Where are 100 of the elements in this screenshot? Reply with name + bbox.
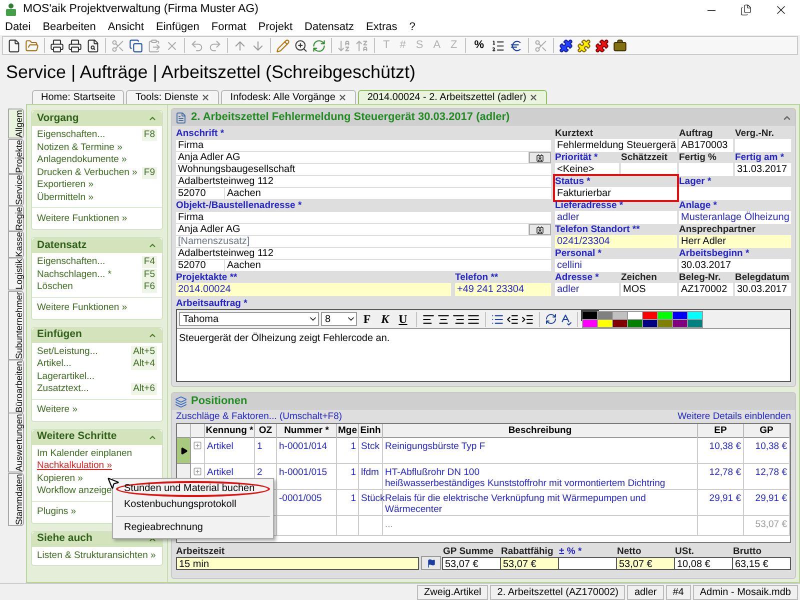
align-justify-icon[interactable] [467,312,480,326]
text-field[interactable]: Herr Adler [679,235,791,248]
text-field[interactable]: 15 min [176,557,419,570]
menu-item[interactable]: Stunden und Material buchen [116,481,270,497]
expand-icon[interactable] [193,441,202,450]
new-document-icon[interactable] [7,38,21,52]
euro-icon[interactable] [509,38,524,52]
text-field[interactable]: 52070 [176,260,224,271]
puzzle-icon[interactable] [559,38,574,52]
copy-icon[interactable] [129,38,143,52]
sidebar-link[interactable]: Nachkalkulation » [37,460,112,472]
sidebar-link[interactable]: Workflow anzeige [37,485,112,498]
color-swatch[interactable] [613,320,627,326]
text-field[interactable]: 31.03.2017 [735,163,791,176]
collapse-icon[interactable] [148,114,157,123]
document-search-icon[interactable] [86,38,100,52]
sidebar-link[interactable]: Listen & Strukturansichten » [37,550,156,562]
sidebar-link[interactable]: Nachschlagen... * [37,268,112,281]
align-left-icon[interactable] [422,312,435,326]
side-tab[interactable]: Logistik [8,258,24,291]
close-icon[interactable] [529,93,538,102]
sidebar-link[interactable]: Drucken & Verbuchen » [37,166,138,179]
side-tab[interactable]: Projekte [8,138,24,174]
row-indicator[interactable] [177,438,191,464]
flag-button[interactable] [421,556,441,570]
convert-icon[interactable] [545,313,557,325]
sidebar-link[interactable]: Artikel... [37,358,72,370]
sidebar-link[interactable]: Plugins » [37,506,76,518]
menu-item[interactable]: Bearbeiten [42,21,96,34]
align-center-icon[interactable] [437,312,450,326]
puzzle-icon[interactable] [577,38,592,52]
text-field[interactable]: Aachen [225,260,551,271]
text-field[interactable]: adler [555,283,619,296]
collapse-icon[interactable] [148,241,157,250]
menu-item[interactable]: Regieabrechnung [116,520,270,536]
outdent-icon[interactable] [506,312,519,326]
text-field[interactable]: Firma [176,212,551,223]
text-field[interactable]: 2014.00024 [176,283,451,296]
menu-item[interactable]: ? [409,21,416,34]
side-tab[interactable]: Regie [8,206,24,232]
text-field[interactable]: 52070 [176,188,224,199]
contact-button[interactable] [529,152,551,163]
toolbar-button[interactable]: % [469,37,490,54]
text-field[interactable]: Wohnungsbaugesellschaft [176,164,551,175]
close-icon[interactable] [338,93,348,102]
text-field[interactable]: MOS [621,283,677,296]
color-swatch[interactable] [628,320,642,326]
text-field[interactable]: Musteranlage Ölheizung [679,211,791,224]
text-field[interactable] [558,557,617,570]
numbering-icon[interactable] [491,38,506,52]
document-tab[interactable]: Home: Startseite [32,90,124,104]
puzzle-icon[interactable] [595,38,610,52]
sidebar-link[interactable]: Notizen & Termine » [37,142,122,154]
color-swatch[interactable] [673,312,687,318]
sidebar-link[interactable]: Set/Leistung... [37,346,98,358]
side-tab[interactable]: Service [8,174,24,206]
menu-item[interactable]: Datei [5,21,31,34]
text-field[interactable]: 53,07 € [442,557,501,570]
side-tab[interactable]: Subunternehmer [8,290,24,360]
color-swatch[interactable] [628,312,642,318]
sidebar-link[interactable]: Weitere Funktionen » [37,302,128,314]
open-folder-icon[interactable] [25,38,39,52]
refresh-icon[interactable] [312,38,326,52]
menu-item[interactable]: Einfügen [156,21,200,34]
color-swatch[interactable] [673,320,687,326]
pencil-icon[interactable] [276,38,290,52]
sidebar-link[interactable]: Kopieren » [37,472,83,485]
color-swatch[interactable] [598,320,612,326]
font-select[interactable]: Tahoma [179,312,319,326]
color-swatch[interactable] [643,320,657,326]
text-field[interactable]: Adalbertsteinweg 112 [176,248,551,259]
text-field[interactable]: 0241/23304 [555,235,677,248]
sidebar-link[interactable]: Exportieren » [37,179,94,192]
color-swatch[interactable] [583,320,597,326]
sidebar-link[interactable]: Übermitteln » [37,192,94,204]
color-swatch[interactable] [613,312,627,318]
text-field[interactable]: [Namenszusatz] [176,236,551,247]
sidebar-link[interactable]: Anlagendokumente » [37,154,127,166]
text-field[interactable]: Anja Adler AG [176,152,528,163]
text-field[interactable]: AZ170002 [679,283,733,296]
sidebar-link[interactable]: Weitere Funktionen » [37,212,128,224]
text-field[interactable]: 30.03.2017 [735,283,791,296]
text-field[interactable]: Fakturierbar [555,187,677,200]
bullet-list-icon[interactable] [491,312,504,326]
sidebar-link[interactable]: Eigenschaften... [37,129,106,142]
print-preview-icon[interactable] [68,38,82,52]
text-field[interactable]: AB170003 [679,139,733,152]
sort-ascending-icon[interactable] [337,38,351,52]
color-swatch[interactable] [658,312,672,318]
briefcase-icon[interactable] [613,38,628,52]
contact-button[interactable] [529,224,551,235]
menu-item[interactable]: Datensatz [304,21,354,34]
menu-item[interactable]: Projekt [258,21,293,34]
format-button[interactable]: U [395,310,411,328]
text-field[interactable]: Adalbertsteinweg 112 [176,176,551,187]
sidebar-link[interactable]: Löschen [37,281,73,294]
size-select[interactable]: 8 [321,312,357,326]
sidebar-link[interactable]: Lagerartikel... [37,370,95,383]
redo-icon[interactable] [208,38,222,52]
text-field[interactable] [735,139,791,152]
